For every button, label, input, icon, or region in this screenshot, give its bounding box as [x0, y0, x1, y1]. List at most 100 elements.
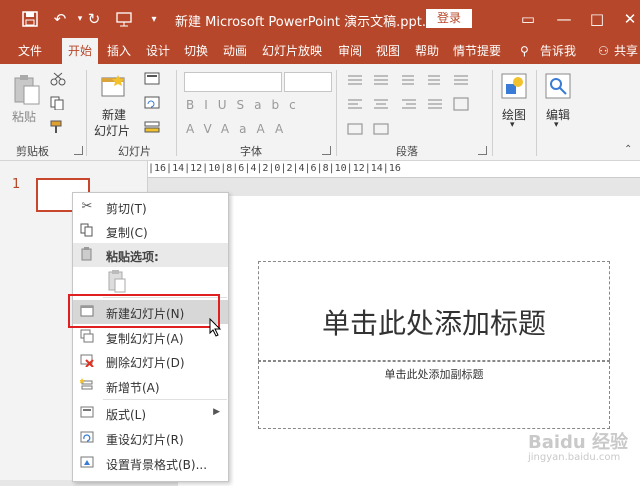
- section-icon[interactable]: [144, 120, 160, 134]
- tab-file[interactable]: 文件: [18, 38, 42, 64]
- customize-icon[interactable]: ▾: [144, 9, 164, 29]
- document-title: 新建 Microsoft PowerPoint 演示文稿.ppt...: [175, 15, 435, 30]
- minimize-button[interactable]: —: [552, 8, 576, 30]
- drawing-dropdown-icon[interactable]: ▾: [510, 120, 515, 130]
- search-icon[interactable]: ⚲: [520, 38, 529, 64]
- drawing-icon[interactable]: [500, 72, 528, 100]
- context-menu: ✂ 剪切(T) 复制(C) 粘贴选项: 新建幻灯片(N) 复制幻灯片(A) 删除…: [72, 192, 229, 482]
- restore-ribbon-icon[interactable]: ▭: [516, 8, 540, 30]
- presenter-icon[interactable]: [114, 9, 134, 29]
- duplicate-slide-icon: [79, 329, 95, 345]
- login-button[interactable]: 登录: [426, 9, 472, 28]
- menu-item-copy[interactable]: 复制(C): [73, 219, 228, 243]
- title-placeholder[interactable]: 单击此处添加标题: [258, 261, 610, 361]
- menu-item-label: 版式(L): [106, 408, 147, 422]
- tab-insert[interactable]: 插入: [107, 38, 131, 64]
- paste-icon: [79, 247, 95, 263]
- ribbon-separator: [336, 70, 337, 156]
- copy-icon[interactable]: [50, 96, 66, 111]
- editing-dropdown-icon[interactable]: ▾: [554, 120, 559, 130]
- menu-item-add-section[interactable]: 新增节(A): [73, 374, 228, 398]
- tab-design[interactable]: 设计: [146, 38, 170, 64]
- horizontal-ruler: |16|14|12|10|8|6|4|2|0|2|4|6|8|10|12|14|…: [148, 161, 640, 178]
- copy-icon: [79, 223, 95, 239]
- watermark-brand: Baidu 经验: [528, 432, 629, 453]
- menu-item-label: 复制幻灯片(A): [106, 332, 184, 346]
- paste-label: 粘贴: [12, 110, 37, 124]
- menu-header-paste-options: 粘贴选项:: [73, 243, 228, 267]
- title-placeholder-text: 单击此处添加标题: [321, 307, 546, 340]
- menu-item-label: 剪切(T): [106, 202, 147, 216]
- tab-animations[interactable]: 动画: [223, 38, 247, 64]
- tab-review[interactable]: 审阅: [338, 38, 362, 64]
- tab-storyboard[interactable]: 情节提要: [453, 38, 501, 64]
- group-label-clipboard: 剪贴板: [16, 145, 49, 158]
- ribbon: 粘贴 剪贴板 新建 幻灯片 幻灯片 BIUSabc AVAaAA 字体 段落 绘…: [0, 64, 640, 161]
- layout-icon[interactable]: [144, 72, 160, 86]
- menu-item-delete-slide[interactable]: 删除幻灯片(D): [73, 349, 228, 373]
- subtitle-placeholder[interactable]: 单击此处添加副标题: [258, 361, 610, 429]
- paste-keep-icon[interactable]: [107, 269, 127, 293]
- scissors-icon: ✂: [81, 199, 93, 214]
- new-slide-label-line1[interactable]: 新建: [102, 106, 126, 123]
- tab-home[interactable]: 开始: [62, 38, 99, 64]
- redo-icon[interactable]: ↻: [84, 9, 104, 29]
- save-icon[interactable]: [20, 9, 40, 29]
- delete-slide-icon: [79, 353, 95, 369]
- tab-transitions[interactable]: 切换: [184, 38, 208, 64]
- ribbon-separator: [86, 70, 87, 156]
- font-size-buttons[interactable]: AVAaAA: [186, 122, 293, 136]
- find-icon[interactable]: [544, 72, 572, 100]
- paragraph-launcher-icon[interactable]: [478, 146, 487, 155]
- group-label-slides: 幻灯片: [118, 145, 151, 158]
- menu-item-cut[interactable]: ✂ 剪切(T): [73, 195, 228, 219]
- new-slide-icon[interactable]: [100, 74, 128, 102]
- tab-view[interactable]: 视图: [376, 38, 400, 64]
- ribbon-separator: [176, 70, 177, 156]
- ribbon-separator: [536, 70, 537, 156]
- share-icon[interactable]: ⚇: [598, 38, 609, 64]
- subtitle-placeholder-text: 单击此处添加副标题: [384, 368, 484, 381]
- collapse-ribbon-icon[interactable]: ⌃: [624, 144, 632, 155]
- menu-item-reset-slide[interactable]: 重设幻灯片(R): [73, 426, 228, 450]
- paragraph-buttons[interactable]: [344, 72, 492, 138]
- format-painter-icon[interactable]: [50, 120, 66, 134]
- tab-share[interactable]: 共享: [614, 38, 638, 64]
- add-section-icon: [79, 378, 95, 394]
- watermark-url: jingyan.baidu.com: [528, 452, 621, 463]
- reset-icon[interactable]: [144, 96, 160, 110]
- clipboard-launcher-icon[interactable]: [74, 146, 83, 155]
- menu-item-duplicate-slide[interactable]: 复制幻灯片(A): [73, 325, 228, 349]
- menu-item-label: 复制(C): [106, 226, 148, 240]
- close-button[interactable]: ✕: [618, 8, 640, 30]
- menu-item-label: 粘贴选项:: [106, 250, 159, 264]
- mouse-cursor-icon: [209, 317, 223, 341]
- font-style-buttons[interactable]: BIUSabc: [186, 98, 306, 112]
- menu-item-label: 删除幻灯片(D): [106, 356, 185, 370]
- tab-slideshow[interactable]: 幻灯片放映: [262, 38, 322, 64]
- menu-separator: [103, 399, 227, 400]
- highlight-box: [68, 294, 220, 328]
- ribbon-separator: [492, 70, 493, 156]
- submenu-arrow-icon: ▶: [213, 407, 220, 417]
- font-size-dropdown[interactable]: [284, 72, 332, 92]
- cut-icon[interactable]: [50, 72, 66, 86]
- maximize-button[interactable]: □: [585, 8, 609, 30]
- font-launcher-icon[interactable]: [322, 146, 331, 155]
- tab-help[interactable]: 帮助: [415, 38, 439, 64]
- font-family-dropdown[interactable]: [184, 72, 282, 92]
- undo-icon[interactable]: ↶: [50, 9, 70, 29]
- new-slide-label-line2[interactable]: 幻灯片: [94, 122, 130, 139]
- menu-item-label: 设置背景格式(B)...: [106, 458, 208, 472]
- menu-item-layout[interactable]: 版式(L) ▶: [73, 401, 228, 425]
- paste-icon[interactable]: [12, 74, 42, 105]
- tab-tell-me[interactable]: 告诉我: [540, 38, 576, 64]
- title-bar: ↶ ▾ ↻ ▾ 新建 Microsoft PowerPoint 演示文稿.ppt…: [0, 0, 640, 38]
- menu-item-label: 新增节(A): [106, 381, 160, 395]
- menu-item-label: 重设幻灯片(R): [106, 433, 184, 447]
- format-background-icon: [79, 455, 95, 471]
- menu-item-format-background[interactable]: 设置背景格式(B)...: [73, 451, 228, 475]
- reset-slide-icon: [79, 430, 95, 446]
- group-label-paragraph: 段落: [396, 145, 418, 158]
- layout-icon: [79, 405, 95, 421]
